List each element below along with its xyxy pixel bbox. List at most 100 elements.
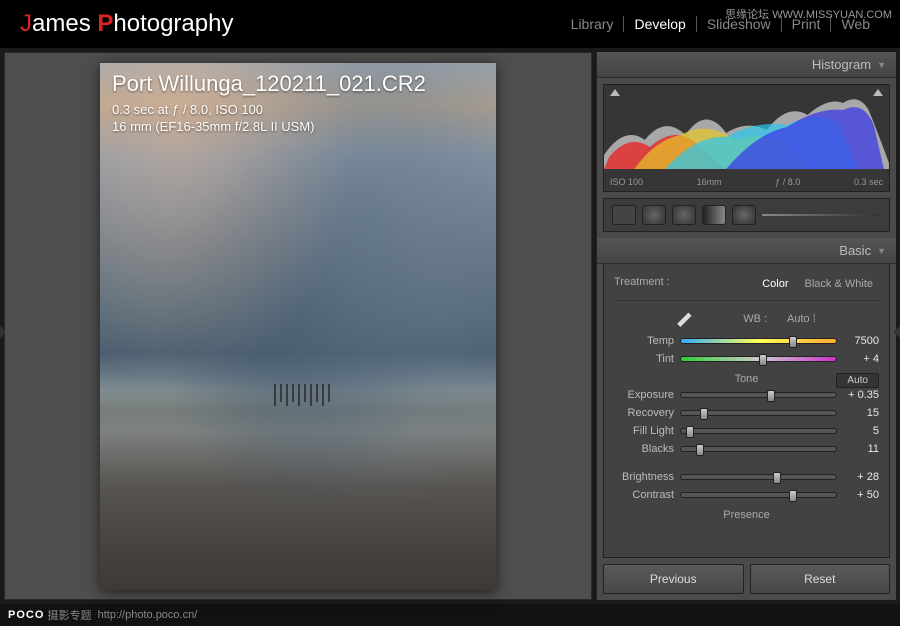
redeye-tool-icon[interactable]: [672, 205, 696, 225]
exposure-value[interactable]: + 0.35: [843, 389, 879, 401]
presence-subhead: Presence: [614, 509, 879, 521]
tone-subhead: Tone Auto: [614, 373, 879, 385]
module-develop[interactable]: Develop: [623, 16, 695, 32]
histo-shutter[interactable]: 0.3 sec: [854, 177, 883, 187]
filllight-value[interactable]: 5: [843, 425, 879, 437]
filllight-slider[interactable]: [680, 428, 837, 434]
brush-size-indicator: [762, 214, 881, 216]
module-library[interactable]: Library: [561, 16, 624, 32]
recovery-row: Recovery 15: [614, 407, 879, 419]
footer-url: http://photo.poco.cn/: [98, 609, 198, 621]
collapse-icon: ▼: [877, 246, 886, 256]
histogram-title: Histogram: [812, 57, 871, 72]
brand-p: P: [97, 10, 113, 37]
slider-thumb[interactable]: [696, 444, 704, 456]
treatment-label: Treatment :: [614, 276, 670, 292]
slider-thumb[interactable]: [789, 490, 797, 502]
slider-thumb[interactable]: [773, 472, 781, 484]
photo-metadata-overlay: Port Willunga_120211_021.CR2 0.3 sec at …: [112, 71, 426, 136]
identity-plate: James Photography: [20, 10, 233, 38]
exposure-row: Exposure + 0.35: [614, 389, 879, 401]
treatment-bw[interactable]: Black & White: [799, 276, 879, 292]
wb-row: WB : Auto ⁞: [614, 311, 879, 327]
blacks-row: Blacks 11: [614, 443, 879, 455]
basic-body: Treatment : Color Black & White WB : Aut…: [603, 264, 890, 558]
tool-strip: [603, 198, 890, 232]
photo-filename: Port Willunga_120211_021.CR2: [112, 71, 426, 97]
footer-sub: 摄影专题: [47, 607, 91, 623]
blacks-label: Blacks: [614, 443, 674, 455]
brightness-value[interactable]: + 28: [843, 471, 879, 483]
brightness-label: Brightness: [614, 471, 674, 483]
brightness-slider[interactable]: [680, 474, 837, 480]
canvas-area: Port Willunga_120211_021.CR2 0.3 sec at …: [4, 52, 592, 600]
slider-thumb[interactable]: [700, 408, 708, 420]
contrast-value[interactable]: + 50: [843, 489, 879, 501]
brush-tool-icon[interactable]: [732, 205, 756, 225]
slider-thumb[interactable]: [686, 426, 694, 438]
blacks-value[interactable]: 11: [843, 443, 879, 455]
previous-button[interactable]: Previous: [603, 564, 744, 594]
collapse-icon: ▼: [877, 60, 886, 70]
treatment-color[interactable]: Color: [756, 276, 794, 292]
main-area: Port Willunga_120211_021.CR2 0.3 sec at …: [0, 48, 900, 604]
histo-focal[interactable]: 16mm: [697, 177, 722, 187]
brightness-row: Brightness + 28: [614, 471, 879, 483]
right-panel: Histogram ▼ ISO 100 16mm ƒ / 8.0 0.3 sec: [596, 52, 896, 600]
wb-label: WB :: [743, 313, 767, 325]
slider-thumb[interactable]: [789, 336, 797, 348]
contrast-row: Contrast + 50: [614, 489, 879, 501]
gradient-tool-icon[interactable]: [702, 205, 726, 225]
photo-preview[interactable]: Port Willunga_120211_021.CR2 0.3 sec at …: [100, 63, 496, 590]
treatment-row: Treatment : Color Black & White: [614, 272, 879, 301]
slider-thumb[interactable]: [767, 390, 775, 402]
histogram-labels: ISO 100 16mm ƒ / 8.0 0.3 sec: [604, 175, 889, 189]
right-panel-collapse-icon[interactable]: [893, 326, 900, 338]
brand-rest: hotography: [113, 10, 233, 37]
photo-content-pylons: [274, 384, 330, 406]
tint-row: Tint + 4: [614, 353, 879, 365]
exposure-label: Exposure: [614, 389, 674, 401]
exposure-slider[interactable]: [680, 392, 837, 398]
contrast-slider[interactable]: [680, 492, 837, 498]
slider-thumb[interactable]: [759, 354, 767, 366]
shadow-clip-icon[interactable]: [610, 89, 620, 96]
recovery-label: Recovery: [614, 407, 674, 419]
filllight-row: Fill Light 5: [614, 425, 879, 437]
brand-j: J: [20, 10, 32, 37]
wb-dropper-icon[interactable]: [677, 311, 693, 327]
highlight-clip-icon[interactable]: [873, 89, 883, 96]
reset-button[interactable]: Reset: [750, 564, 891, 594]
filllight-label: Fill Light: [614, 425, 674, 437]
contrast-label: Contrast: [614, 489, 674, 501]
basic-panel: Basic ▼ Treatment : Color Black & White W…: [597, 238, 896, 558]
footer-brand: POCO: [8, 609, 44, 621]
histogram-graph: [604, 85, 889, 169]
temp-value[interactable]: 7500: [843, 335, 879, 347]
temp-row: Temp 7500: [614, 335, 879, 347]
action-button-row: Previous Reset: [597, 558, 896, 600]
watermark-top: 思缘论坛 WWW.MISSYUAN.COM: [725, 6, 892, 22]
spot-tool-icon[interactable]: [642, 205, 666, 225]
footer-bar: POCO 摄影专题 http://photo.poco.cn/: [0, 604, 900, 626]
temp-label: Temp: [614, 335, 674, 347]
tone-auto-button[interactable]: Auto: [836, 373, 879, 388]
histogram-header[interactable]: Histogram ▼: [597, 52, 896, 78]
histo-iso[interactable]: ISO 100: [610, 177, 643, 187]
tint-slider[interactable]: [680, 356, 837, 362]
photo-exif-line2: 16 mm (EF16-35mm f/2.8L II USM): [112, 118, 426, 136]
wb-preset-dropdown[interactable]: Auto ⁞: [787, 313, 816, 325]
crop-tool-icon[interactable]: [612, 205, 636, 225]
temp-slider[interactable]: [680, 338, 837, 344]
basic-header[interactable]: Basic ▼: [597, 238, 896, 264]
photo-exif-line1: 0.3 sec at ƒ / 8.0, ISO 100: [112, 101, 426, 119]
brand-ames: ames: [32, 10, 97, 37]
histo-aperture[interactable]: ƒ / 8.0: [775, 177, 800, 187]
basic-title: Basic: [839, 243, 871, 258]
recovery-value[interactable]: 15: [843, 407, 879, 419]
recovery-slider[interactable]: [680, 410, 837, 416]
tint-label: Tint: [614, 353, 674, 365]
tint-value[interactable]: + 4: [843, 353, 879, 365]
blacks-slider[interactable]: [680, 446, 837, 452]
histogram-display[interactable]: ISO 100 16mm ƒ / 8.0 0.3 sec: [603, 84, 890, 192]
